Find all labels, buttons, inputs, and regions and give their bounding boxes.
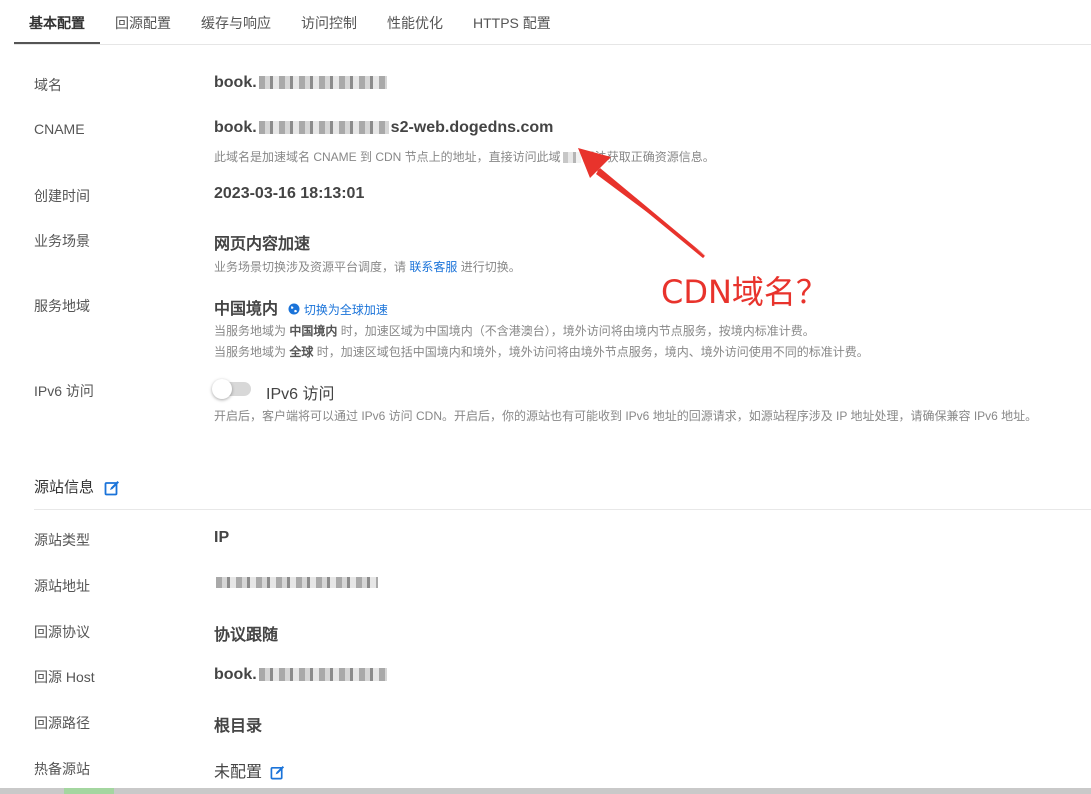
cname-value-suffix: s2-web.dogedns.com xyxy=(390,119,554,136)
backup-origin-value: 未配置 xyxy=(214,758,285,782)
region-description-2: 当服务地域为 全球 时，加速区域包括中国境内和境外，境外访问将由境外节点服务，境… xyxy=(214,343,869,360)
contact-support-link[interactable]: 联系客服 xyxy=(409,260,457,274)
cname-label: CNAME xyxy=(34,121,85,137)
redacted-text xyxy=(216,577,378,589)
domain-value-prefix: book. xyxy=(214,74,257,91)
cname-description: 此域名是加速域名 CNAME 到 CDN 节点上的地址，直接访问此域 无法获取正确… xyxy=(214,148,715,165)
redacted-text xyxy=(258,76,387,90)
origin-address-label: 源站地址 xyxy=(34,578,90,594)
ipv6-toggle[interactable] xyxy=(212,379,251,399)
origin-path-label: 回源路径 xyxy=(34,715,90,731)
ipv6-label: IPv6 访问 xyxy=(34,383,94,399)
globe-icon xyxy=(288,303,300,315)
tab-access-control[interactable]: 访问控制 xyxy=(286,0,372,44)
cname-desc-part-2: 无法获取正确资源信息。 xyxy=(582,150,715,164)
business-scene-description: 业务场景切换涉及资源平台调度，请 联系客服 进行切换。 xyxy=(214,258,521,275)
region-desc1-part-2: 时，加速区域为中国境内（不含港澳台），境外访问将由境内节点服务，按境内标准计费。 xyxy=(340,324,815,338)
edit-icon[interactable] xyxy=(270,765,285,780)
redacted-text xyxy=(258,121,389,135)
redacted-text xyxy=(258,668,387,682)
tab-origin-config[interactable]: 回源配置 xyxy=(100,0,186,44)
scrollbar-thumb[interactable] xyxy=(64,788,114,794)
tab-https-config[interactable]: HTTPS 配置 xyxy=(458,0,566,44)
created-time-label: 创建时间 xyxy=(34,188,90,204)
scene-desc-part-2: 进行切换。 xyxy=(460,260,521,274)
region-description-1: 当服务地域为 中国境内 时，加速区域为中国境内（不含港澳台），境外访问将由境内节… xyxy=(214,322,815,339)
tab-basic-config[interactable]: 基本配置 xyxy=(14,0,100,44)
origin-protocol-label: 回源协议 xyxy=(34,624,90,640)
created-time-value: 2023-03-16 18:13:01 xyxy=(214,185,365,202)
business-scene-value: 网页内容加速 xyxy=(214,236,311,253)
scene-desc-part-1: 业务场景切换涉及资源平台调度，请 xyxy=(214,260,407,274)
service-region-value: 中国境内 切换为全球加速 xyxy=(214,295,388,319)
origin-protocol-value: 协议跟随 xyxy=(214,627,279,644)
backup-origin-text: 未配置 xyxy=(214,764,263,781)
domain-value: book. xyxy=(214,74,389,92)
service-region-label: 服务地域 xyxy=(34,298,90,314)
region-desc1-highlight: 中国境内 xyxy=(289,324,338,338)
region-desc2-part-1: 当服务地域为 xyxy=(214,345,287,359)
horizontal-scrollbar[interactable] xyxy=(0,788,1091,794)
cname-value: book. s2-web.dogedns.com xyxy=(214,119,553,137)
origin-title-text: 源站信息 xyxy=(34,479,95,496)
region-desc2-part-2: 时，加速区域包括中国境内和境外，境外访问将由境外节点服务，境内、境外访问使用不同… xyxy=(316,345,869,359)
toggle-knob xyxy=(212,379,232,399)
origin-host-value: book. xyxy=(214,666,389,684)
region-desc2-highlight: 全球 xyxy=(289,345,314,359)
ipv6-description: 开启后，客户端将可以通过 IPv6 访问 CDN。开启后，你的源站也有可能收到 … xyxy=(214,409,1038,423)
ipv6-toggle-label: IPv6 访问 xyxy=(266,386,335,403)
edit-icon[interactable] xyxy=(104,480,120,496)
config-tabs: 基本配置 回源配置 缓存与响应 访问控制 性能优化 HTTPS 配置 xyxy=(14,0,1091,45)
region-desc1-part-1: 当服务地域为 xyxy=(214,324,287,338)
origin-host-label: 回源 Host xyxy=(34,669,95,685)
business-scene-label: 业务场景 xyxy=(34,233,90,249)
switch-global-text: 切换为全球加速 xyxy=(303,303,388,317)
cname-value-prefix: book. xyxy=(214,119,257,136)
origin-section-title: 源站信息 xyxy=(34,476,120,497)
domain-label: 域名 xyxy=(34,77,62,93)
cname-desc-part-1: 此域名是加速域名 CNAME 到 CDN 节点上的地址，直接访问此域 xyxy=(214,150,561,164)
tab-performance[interactable]: 性能优化 xyxy=(372,0,458,44)
origin-path-value: 根目录 xyxy=(214,718,263,735)
switch-global-link[interactable]: 切换为全球加速 xyxy=(288,303,388,317)
origin-type-label: 源站类型 xyxy=(34,532,90,548)
annotation-text: CDN域名？ xyxy=(661,273,828,311)
origin-address-value xyxy=(214,574,380,592)
tab-cache-response[interactable]: 缓存与响应 xyxy=(186,0,286,44)
backup-origin-label: 热备源站 xyxy=(34,761,90,777)
section-divider xyxy=(34,509,1091,510)
service-region-text: 中国境内 xyxy=(214,301,279,318)
origin-host-prefix: book. xyxy=(214,666,257,683)
origin-type-value: IP xyxy=(214,529,230,546)
redacted-text xyxy=(562,152,581,164)
